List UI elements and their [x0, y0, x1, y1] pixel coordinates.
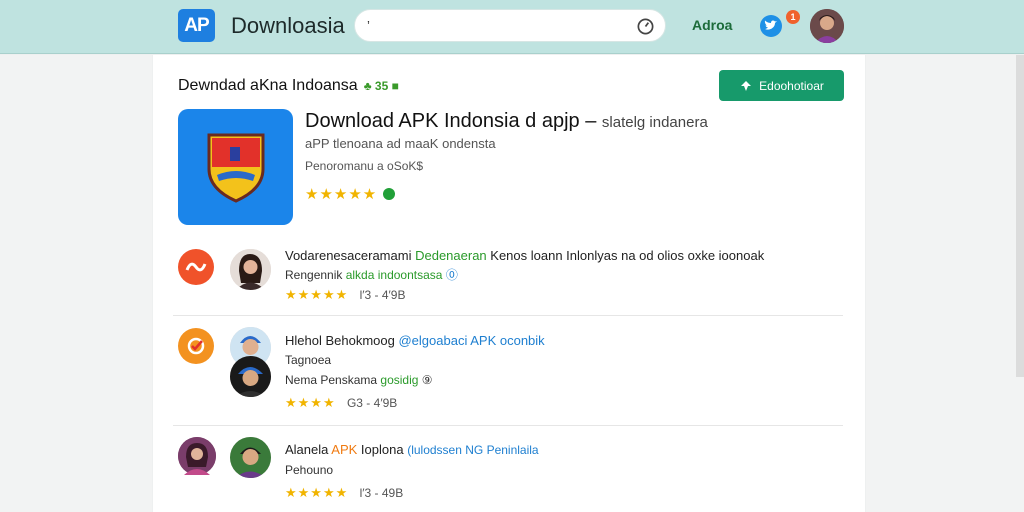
item-title-accent: APK: [331, 442, 358, 457]
rating-stars: ★★★★★: [285, 287, 349, 302]
item-rating: ★★★★★ l′3 - 4′9B: [285, 287, 405, 303]
item-title: Hlehol Behokmoog @elgoabaci APK oconbik: [285, 333, 545, 348]
rating-stars: ★★★★: [285, 395, 336, 410]
item-title-text: Hlehol Behokmoog: [285, 333, 395, 348]
nav-link[interactable]: Adroa: [692, 17, 732, 33]
item-title-link[interactable]: (lulodssen NG Peninlaila: [407, 443, 538, 457]
avatar[interactable]: [230, 356, 271, 397]
item-author: Nema Penskama gosidig ⑨: [285, 373, 433, 387]
right-margin: [866, 55, 1024, 512]
rating-stars: ★★★★★: [305, 186, 378, 203]
item-title-text: Vodarenesaceramami: [285, 248, 412, 263]
site-brand[interactable]: Downloasia: [231, 13, 345, 39]
search-icon[interactable]: [636, 17, 655, 36]
twitter-icon[interactable]: [760, 15, 782, 37]
list-item[interactable]: Alanela APK Ioplona (lulodssen NG Peninl…: [153, 435, 865, 505]
rating-stars: ★★★★★: [285, 485, 349, 500]
item-title-accent: @elgoabaci APK oconbik: [398, 333, 545, 348]
site-logo[interactable]: AP: [178, 9, 215, 42]
search-value: ’: [367, 18, 370, 33]
item-rating: ★★★★★ l′3 - 49B: [285, 485, 403, 501]
search-input[interactable]: ’: [354, 9, 666, 42]
top-bar: AP Downloasia ’ Adroa 1: [0, 0, 1024, 54]
item-title-rest: Kenos loann Inlonlyas na od olios oxke i…: [490, 248, 765, 263]
app-logo-icon[interactable]: [178, 328, 214, 364]
item-author-accent: gosidig: [380, 373, 419, 387]
item-title-accent: Dedenaeran: [415, 248, 487, 263]
app-title-text: Download APK Indonsia d apjp –: [305, 110, 597, 132]
item-author-text: Nema Penskama: [285, 373, 378, 387]
divider: [173, 315, 843, 316]
item-author-tail: ⑨: [421, 373, 433, 387]
left-margin: [0, 55, 152, 512]
app-title-suffix: slatelg indanera: [601, 114, 708, 131]
user-avatar[interactable]: [810, 9, 844, 43]
shield-icon: [207, 133, 264, 203]
scrollbar[interactable]: [1016, 55, 1024, 377]
item-subtitle: Pehouno: [285, 463, 333, 477]
page-title-text: Dewndad aKna Indoansa: [178, 77, 358, 94]
item-title-rest: Ioplona: [360, 442, 404, 457]
list-item[interactable]: Vodarenesaceramami Dedenaeran Kenos loan…: [153, 245, 865, 315]
item-rating-text: G3 - 4′9B: [346, 396, 398, 410]
item-subtitle-text: Rengennik: [285, 268, 343, 282]
item-title: Vodarenesaceramami Dedenaeran Kenos loan…: [285, 248, 764, 263]
item-rating-text: l′3 - 49B: [359, 486, 404, 500]
main-card: Dewndad aKna Indoansa ♣ 35 ■ Edoohotioar …: [153, 55, 865, 512]
item-subtitle: Rengennik alkda indoontsasa ⓪: [285, 266, 458, 283]
item-rating-text: l′3 - 4′9B: [359, 288, 406, 302]
item-title-text: Alanela: [285, 442, 329, 457]
page-title: Dewndad aKna Indoansa ♣ 35 ■: [178, 77, 399, 95]
item-subtitle-text: Tagnoea: [285, 353, 332, 367]
info-icon: ⓪: [445, 268, 458, 282]
download-button[interactable]: Edoohotioar: [719, 70, 844, 101]
app-rating: ★★★★★: [305, 185, 396, 203]
avatar[interactable]: [230, 249, 271, 290]
app-icon[interactable]: [178, 109, 293, 225]
item-title: Alanela APK Ioplona (lulodssen NG Peninl…: [285, 442, 539, 457]
item-rating: ★★★★ G3 - 4′9B: [285, 395, 397, 411]
list-item[interactable]: Hlehol Behokmoog @elgoabaci APK oconbik …: [153, 325, 865, 417]
title-badge: ♣ 35 ■: [363, 79, 399, 93]
avatar[interactable]: [230, 437, 271, 478]
item-subtitle-text: Pehouno: [285, 463, 334, 477]
notification-badge[interactable]: 1: [786, 10, 800, 24]
item-subtitle-accent: alkda indoontsasa: [345, 268, 443, 282]
avatar[interactable]: [178, 437, 216, 475]
verified-icon: [383, 188, 396, 200]
divider: [173, 425, 843, 426]
app-meta: Penoromanu a oSoK$: [305, 159, 424, 173]
download-icon: [741, 80, 752, 91]
app-subtitle: aPP tlenoana ad maaK ondensta: [305, 136, 496, 151]
download-button-label: Edoohotioar: [759, 78, 824, 93]
item-subtitle: Tagnoea: [285, 353, 331, 367]
app-logo-icon[interactable]: [178, 249, 214, 285]
app-title: Download APK Indonsia d apjp – slatelg i…: [305, 110, 708, 133]
